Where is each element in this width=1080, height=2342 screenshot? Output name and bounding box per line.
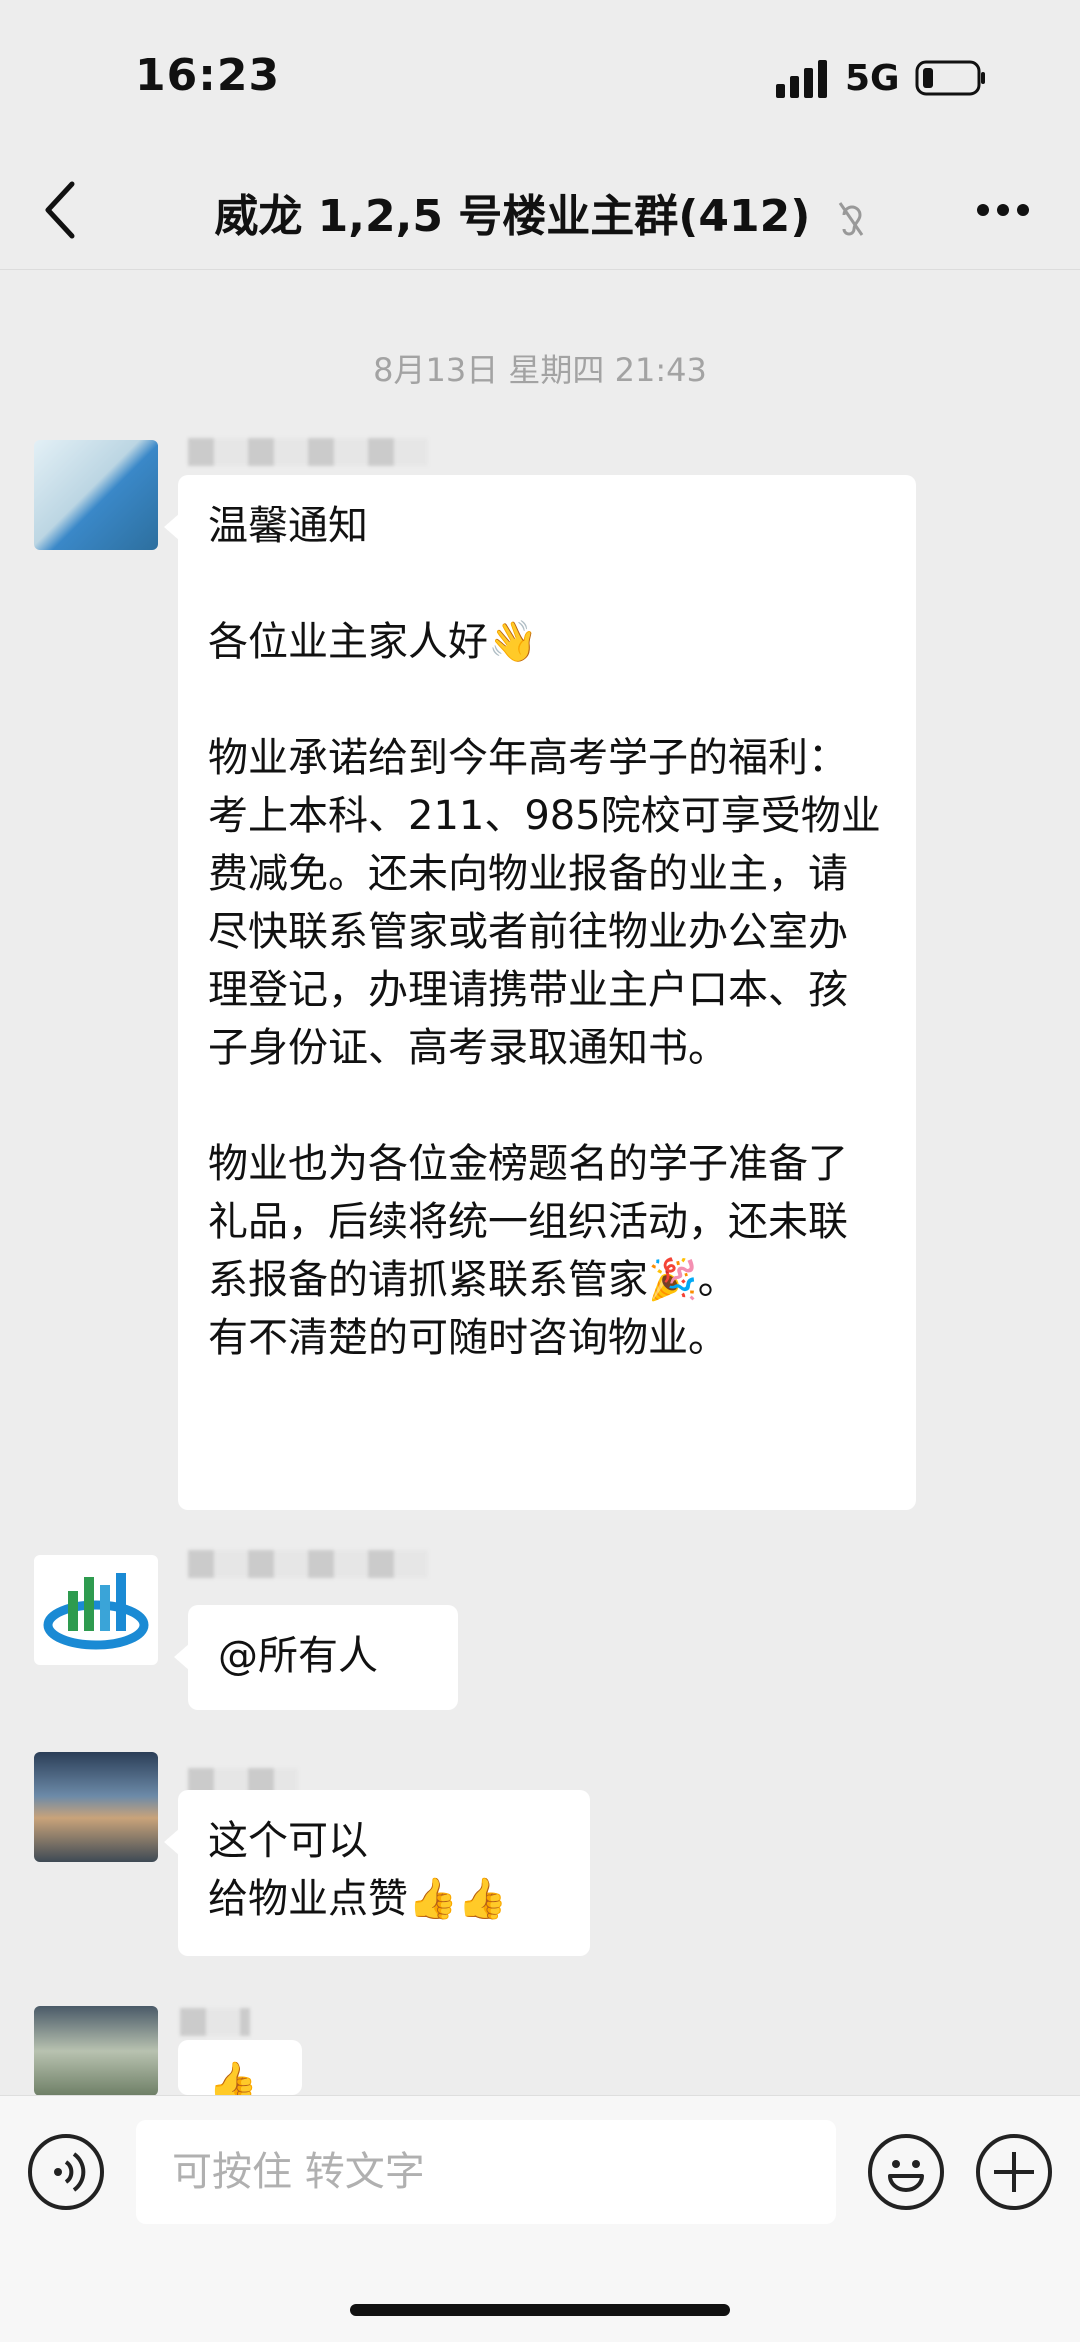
sender-name-blurred — [188, 1550, 428, 1578]
message-input[interactable]: 可按住 转文字 — [136, 2120, 836, 2224]
avatar-property-manager[interactable] — [34, 440, 158, 550]
logo-icon — [43, 1573, 149, 1650]
status-bar: 16:23 5G — [0, 0, 1080, 150]
message-text: @所有人 — [218, 1633, 378, 1679]
chat-title: 威龙 1,2,5 号楼业主群(412) — [214, 191, 811, 242]
emoji-button[interactable] — [868, 2134, 944, 2210]
signal-icon — [776, 60, 827, 98]
sender-name-blurred — [188, 438, 428, 466]
status-time: 16:23 — [135, 50, 281, 101]
voice-icon — [54, 2152, 86, 2192]
battery-icon — [915, 60, 985, 96]
message-text: 这个可以 给物业点赞👍👍 — [208, 1818, 508, 1922]
message-text: 温馨通知 各位业主家人好👋 物业承诺给到今年高考学子的福利：考上本科、211、9… — [208, 503, 881, 1361]
avatar-user[interactable] — [34, 1752, 158, 1862]
mute-icon — [838, 202, 863, 236]
message-bubble[interactable]: 👍 — [178, 2040, 302, 2095]
message-text: 👍 — [208, 2060, 258, 2095]
input-bar: 可按住 转文字 — [0, 2095, 1080, 2342]
home-indicator — [350, 2304, 730, 2316]
chat-header: 威龙 1,2,5 号楼业主群(412) — [0, 150, 1080, 270]
avatar-user[interactable] — [34, 2006, 158, 2096]
chat-title-wrap: 威龙 1,2,5 号楼业主群(412) — [0, 180, 1080, 244]
message-bubble[interactable]: @所有人 — [174, 1605, 458, 1710]
message-bubble[interactable]: 温馨通知 各位业主家人好👋 物业承诺给到今年高考学子的福利：考上本科、211、9… — [164, 475, 916, 1510]
network-type: 5G — [845, 58, 900, 99]
chat-screen: 16:23 5G 威龙 1,2,5 号楼业主群(412) 8月13日 星期四 2… — [0, 0, 1080, 2342]
plus-icon — [994, 2152, 1034, 2192]
message-timestamp: 8月13日 星期四 21:43 — [373, 351, 707, 389]
more-actions-button[interactable] — [976, 2134, 1052, 2210]
more-options-icon[interactable] — [975, 202, 1031, 218]
message-bubble[interactable]: 这个可以 给物业点赞👍👍 — [164, 1790, 590, 1956]
avatar-property-logo[interactable] — [34, 1555, 158, 1665]
sender-name-blurred — [180, 2008, 250, 2036]
smiley-icon — [888, 2160, 924, 2192]
voice-input-button[interactable] — [28, 2134, 104, 2210]
